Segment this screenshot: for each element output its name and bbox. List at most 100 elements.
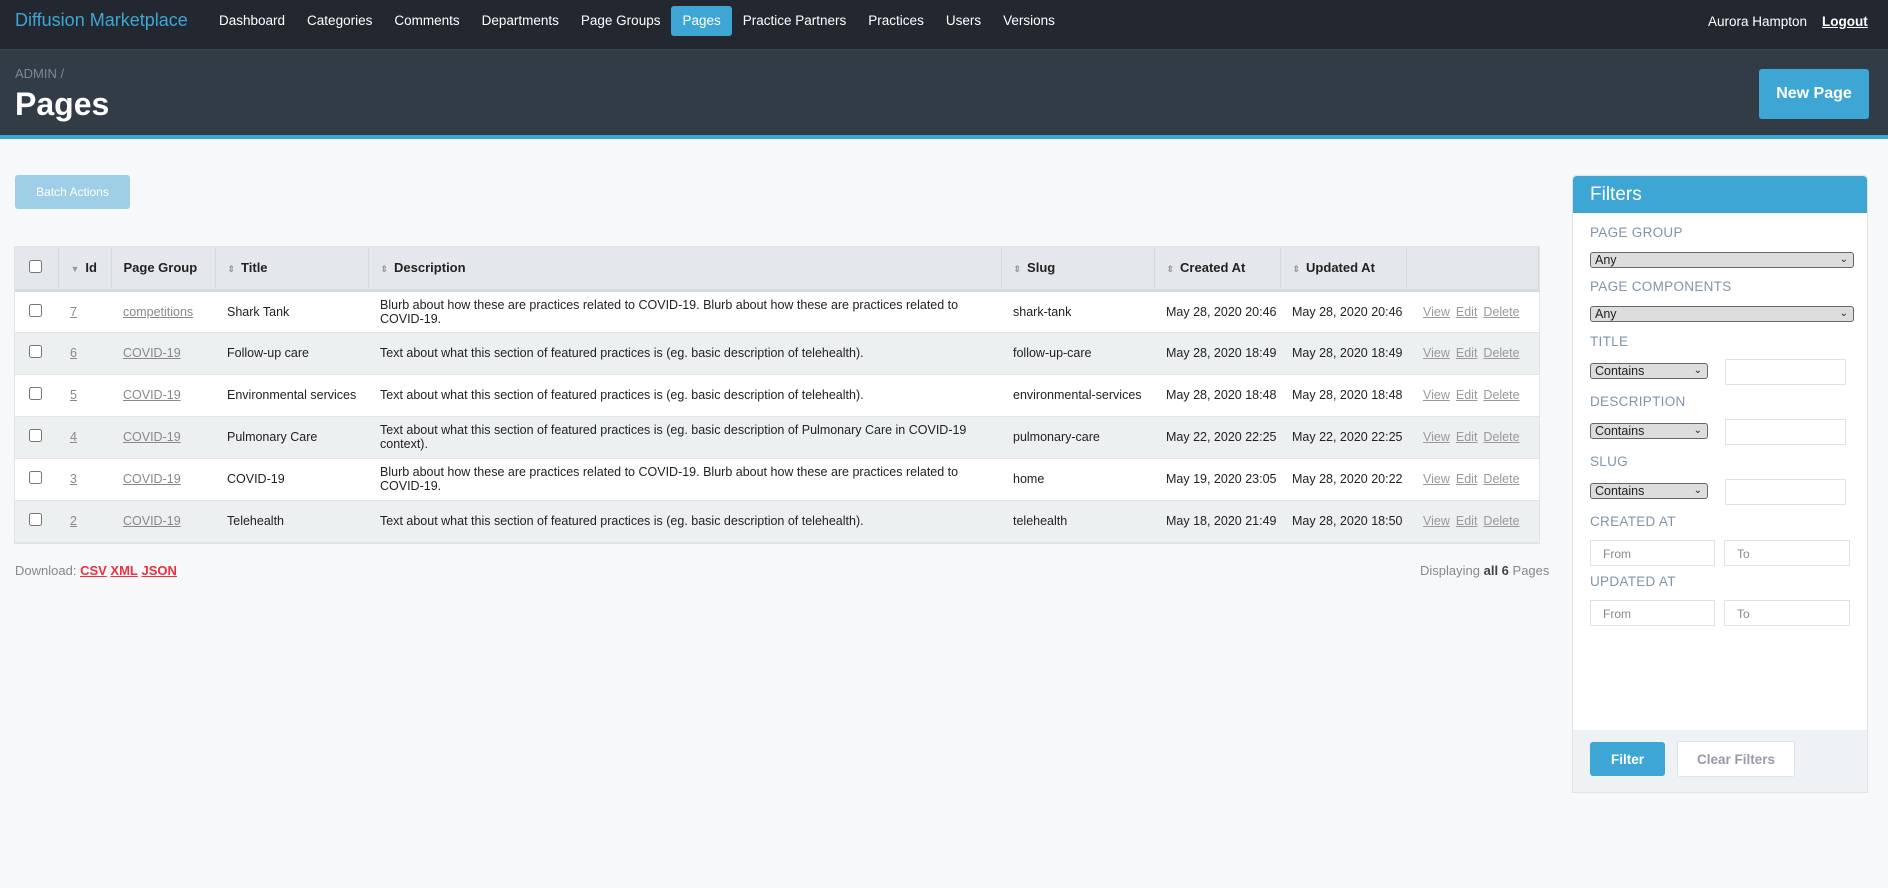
description-filter-input[interactable]: [1725, 419, 1846, 445]
id-link[interactable]: 2: [70, 514, 77, 528]
column-description[interactable]: ⇕ Description: [368, 247, 1002, 292]
delete-link[interactable]: Delete: [1483, 346, 1519, 360]
nav-item-comments[interactable]: Comments: [383, 6, 470, 36]
nav-item-practices[interactable]: Practices: [857, 6, 935, 36]
column-updated-at[interactable]: ⇕ Updated At: [1280, 247, 1407, 292]
page-group-select[interactable]: Any ⌄: [1590, 252, 1854, 268]
select-value: Contains: [1595, 424, 1645, 438]
row-checkbox[interactable]: [29, 513, 42, 526]
breadcrumb[interactable]: ADMIN /: [15, 66, 64, 81]
description-cell: Text about what this section of featured…: [368, 500, 1001, 543]
page-group-link[interactable]: COVID-19: [123, 430, 181, 444]
brand-logo[interactable]: Diffusion Marketplace: [15, 10, 188, 31]
batch-actions-button[interactable]: Batch Actions: [15, 175, 130, 209]
download-label: Download:: [15, 563, 77, 578]
table-row: 6 COVID-19 Follow-up care Text about wha…: [15, 332, 1539, 375]
column-id[interactable]: ▼ Id: [58, 247, 112, 292]
delete-link[interactable]: Delete: [1483, 305, 1519, 319]
actions-cell: View Edit Delete: [1406, 290, 1539, 333]
page-group-cell: COVID-19: [111, 458, 215, 501]
edit-link[interactable]: Edit: [1456, 472, 1478, 486]
id-link[interactable]: 5: [70, 388, 77, 402]
id-link[interactable]: 3: [70, 472, 77, 486]
clear-filters-button[interactable]: Clear Filters: [1677, 741, 1795, 777]
select-all-checkbox[interactable]: [29, 259, 42, 273]
page-group-cell: competitions: [111, 290, 215, 333]
nav-item-versions[interactable]: Versions: [992, 6, 1066, 36]
view-link[interactable]: View: [1423, 514, 1450, 528]
edit-link[interactable]: Edit: [1456, 388, 1478, 402]
description-cell: Text about what this section of featured…: [368, 416, 1001, 459]
id-link[interactable]: 6: [70, 346, 77, 360]
page-components-label: PAGE COMPONENTS: [1590, 279, 1732, 294]
row-checkbox[interactable]: [29, 387, 42, 400]
created-at-cell: May 28, 2020 18:49: [1154, 332, 1280, 375]
nav-item-categories[interactable]: Categories: [296, 6, 383, 36]
page-group-link[interactable]: COVID-19: [123, 472, 181, 486]
nav-item-practice-partners[interactable]: Practice Partners: [732, 6, 858, 36]
slug-match-select[interactable]: Contains ⌄: [1590, 483, 1708, 499]
delete-link[interactable]: Delete: [1483, 430, 1519, 444]
sort-icon: ⇕: [1013, 264, 1022, 275]
id-link[interactable]: 7: [70, 305, 77, 319]
row-checkbox[interactable]: [29, 303, 42, 317]
filter-button[interactable]: Filter: [1590, 742, 1665, 776]
column-label: Id: [85, 260, 97, 276]
id-link[interactable]: 4: [70, 430, 77, 444]
description-match-select[interactable]: Contains ⌄: [1590, 423, 1708, 439]
title-cell: Shark Tank: [215, 290, 368, 333]
slug-cell: environmental-services: [1001, 374, 1154, 417]
edit-link[interactable]: Edit: [1456, 430, 1478, 444]
updated-at-cell: May 28, 2020 20:46: [1280, 290, 1406, 333]
nav-item-dashboard[interactable]: Dashboard: [208, 6, 296, 36]
page-group-link[interactable]: competitions: [123, 305, 193, 319]
logout-link[interactable]: Logout: [1822, 14, 1868, 29]
page-group-link[interactable]: COVID-19: [123, 514, 181, 528]
edit-link[interactable]: Edit: [1456, 514, 1478, 528]
page-components-select[interactable]: Any ⌄: [1590, 306, 1854, 322]
edit-link[interactable]: Edit: [1456, 346, 1478, 360]
page-group-link[interactable]: COVID-19: [123, 388, 181, 402]
column-slug[interactable]: ⇕ Slug: [1001, 247, 1155, 292]
view-link[interactable]: View: [1423, 388, 1450, 402]
new-page-button[interactable]: New Page: [1759, 69, 1869, 119]
row-checkbox[interactable]: [29, 429, 42, 442]
updated-at-label: UPDATED AT: [1590, 574, 1676, 589]
created-from-input[interactable]: From: [1590, 540, 1715, 566]
download-xml-link[interactable]: XML: [110, 563, 137, 578]
description-filter-label: DESCRIPTION: [1590, 394, 1686, 409]
slug-filter-input[interactable]: [1725, 479, 1846, 505]
title-match-select[interactable]: Contains ⌄: [1590, 363, 1708, 379]
column-label: Created At: [1180, 260, 1246, 276]
nav-item-pages[interactable]: Pages: [671, 6, 732, 36]
updated-to-input[interactable]: To: [1724, 600, 1850, 626]
edit-link[interactable]: Edit: [1456, 305, 1478, 319]
row-checkbox[interactable]: [29, 471, 42, 484]
view-link[interactable]: View: [1423, 472, 1450, 486]
title-filter-input[interactable]: [1725, 359, 1846, 385]
delete-link[interactable]: Delete: [1483, 472, 1519, 486]
download-json-link[interactable]: JSON: [142, 563, 177, 578]
delete-link[interactable]: Delete: [1483, 514, 1519, 528]
updated-from-input[interactable]: From: [1590, 600, 1715, 626]
actions-cell: View Edit Delete: [1406, 500, 1539, 543]
delete-link[interactable]: Delete: [1483, 388, 1519, 402]
created-at-cell: May 28, 2020 18:48: [1154, 374, 1280, 417]
created-at-label: CREATED AT: [1590, 514, 1676, 529]
nav-item-users[interactable]: Users: [935, 6, 992, 36]
page-group-link[interactable]: COVID-19: [123, 346, 181, 360]
column-created-at[interactable]: ⇕ Created At: [1154, 247, 1281, 292]
column-title[interactable]: ⇕ Title: [215, 247, 369, 292]
created-to-input[interactable]: To: [1724, 540, 1850, 566]
view-link[interactable]: View: [1423, 305, 1450, 319]
chevron-down-icon: ⌄: [1839, 308, 1848, 319]
view-link[interactable]: View: [1423, 346, 1450, 360]
nav-item-page-groups[interactable]: Page Groups: [570, 6, 672, 36]
row-checkbox[interactable]: [29, 345, 42, 358]
page-group-cell: COVID-19: [111, 416, 215, 459]
nav-item-departments[interactable]: Departments: [471, 6, 570, 36]
download-csv-link[interactable]: CSV: [80, 563, 107, 578]
column-label: Title: [241, 260, 268, 276]
column-label: Updated At: [1306, 260, 1375, 276]
view-link[interactable]: View: [1423, 430, 1450, 444]
